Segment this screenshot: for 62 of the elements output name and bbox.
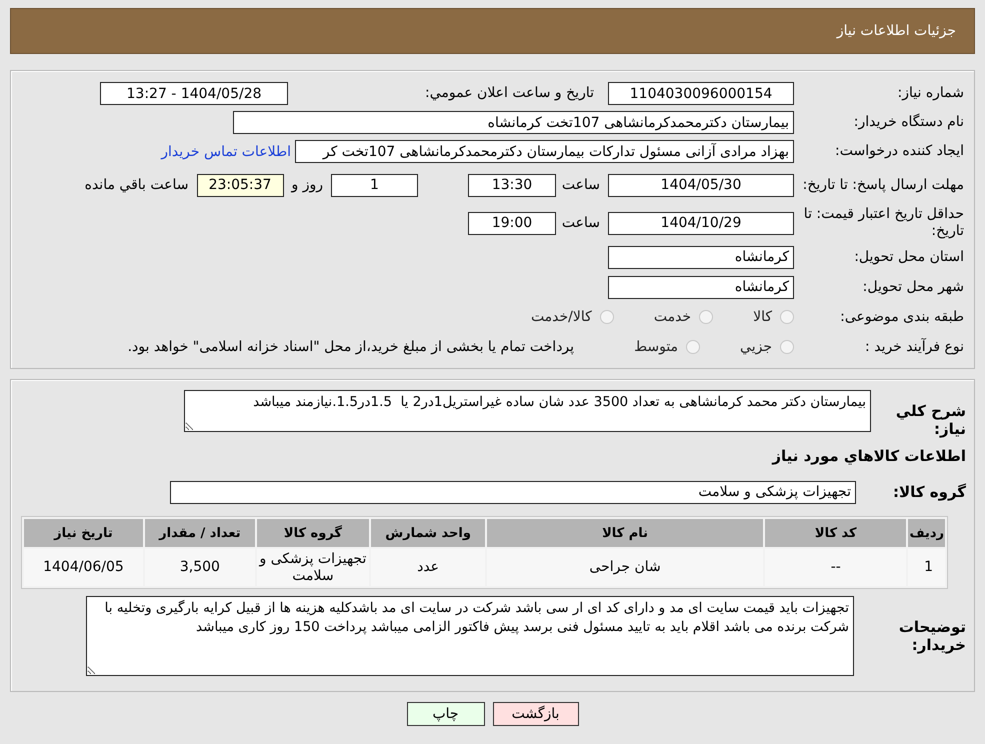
field-label: ایجاد کننده درخواست: bbox=[834, 143, 964, 160]
deadline-time-field[interactable]: 13:30 bbox=[468, 174, 556, 196]
column-header: کد کالا bbox=[765, 519, 906, 547]
radio-label: خدمت bbox=[654, 309, 692, 325]
print-button[interactable]: چاپ bbox=[406, 702, 484, 726]
remaining-time-field: 23:05:37 bbox=[196, 174, 284, 196]
deadline-date-field[interactable]: 1404/05/30 bbox=[608, 174, 794, 196]
goods-group-label: گروه کالا: bbox=[892, 483, 966, 501]
table-cell: تجهیزات پزشکی و سلامت bbox=[256, 549, 369, 586]
goods-group-field[interactable]: تجهیزات پزشکی و سلامت bbox=[170, 480, 856, 504]
description-field[interactable]: بیمارستان دکتر محمد کرمانشاهی به تعداد 3500 عدد شان ساده غیراستریل1در2 یا 1.5در1.5.نیازمند میباشد bbox=[184, 390, 871, 432]
validity-date-field[interactable]: 1404/10/29 bbox=[608, 212, 794, 234]
field-label: شماره نیاز: bbox=[896, 85, 964, 102]
field-label: طبقه بندی موضوعی: bbox=[839, 308, 964, 326]
field-label: نوع فرآیند خرید : bbox=[864, 338, 964, 356]
buyer-contact-link[interactable]: اطلاعات تماس خریدار bbox=[161, 144, 295, 160]
process-note: پرداخت تمام یا بخشی از مبلغ خرید،از محل "اسناد خزانه اسلامی" خواهد بود. bbox=[126, 339, 576, 355]
field-label: تاریخ و ساعت اعلان عمومي: bbox=[424, 85, 595, 102]
column-header: واحد شمارش bbox=[370, 519, 486, 547]
table-cell: شان جراحی bbox=[487, 549, 764, 586]
back-button[interactable]: بازگشت bbox=[492, 702, 578, 726]
field-label: شهر محل تحویل: bbox=[862, 278, 964, 296]
section-title: اطلاعات كالاهاي مورد نياز bbox=[772, 447, 966, 465]
buyer-org-field[interactable]: بیمارستان دکترمحمدکرمانشاهی 107تخت کرمانشاه bbox=[233, 111, 794, 134]
radio-label: متوسط bbox=[634, 339, 678, 355]
radio-label: کالا bbox=[753, 309, 772, 325]
field-label: استان محل تحویل: bbox=[853, 248, 964, 266]
radio-button[interactable] bbox=[686, 340, 700, 354]
need-number-field[interactable]: 1104030096000154 bbox=[608, 82, 794, 105]
column-header: تاریخ نیاز bbox=[24, 519, 143, 547]
column-header: گروه کالا bbox=[256, 519, 369, 547]
page-title: جزئیات اطلاعات نیاز bbox=[836, 23, 956, 39]
table-cell: 1 bbox=[908, 549, 945, 586]
province-field[interactable]: کرمانشاه bbox=[608, 246, 794, 268]
announce-date-field[interactable]: 1404/05/28 - 13:27 bbox=[100, 82, 288, 105]
field-label: نام دستگاه خریدار: bbox=[852, 114, 964, 131]
radio-button[interactable] bbox=[780, 310, 794, 324]
table-cell: عدد bbox=[370, 549, 486, 586]
city-field[interactable]: کرمانشاه bbox=[608, 276, 794, 298]
buyer-notes-field[interactable]: تجهیزات باید قیمت سایت ای مد و دارای کد ای ار سی باشد شرکت در سایت ای مد باشدکلیه هزینه ها از قبیل کرایه بارگیری وتخلیه با شرکت برنده می باشد اقلام باید به تایید مسئول فنی برسد پیش فاکتور الزامی میباشد پرداخت 150 روز کاری میباشد bbox=[86, 596, 854, 676]
remaining-label: ساعت باقي مانده bbox=[84, 177, 190, 193]
field-label: حداقل تاریخ اعتبار قیمت: تا تاریخ: bbox=[802, 206, 964, 240]
buyer-notes-label: توضیحات خریدار: bbox=[898, 618, 966, 654]
column-header: ردیف bbox=[908, 519, 945, 547]
requester-field[interactable]: بهزاد مرادی آزانی مسئول تدارکات بیمارستان دکترمحمدکرمانشاهی 107تخت کر bbox=[295, 140, 794, 163]
table-cell: 3,500 bbox=[144, 549, 255, 586]
days-field[interactable]: 1 bbox=[331, 174, 418, 196]
time-label: ساعت bbox=[560, 215, 601, 231]
days-label: روز و bbox=[290, 177, 324, 193]
radio-label: جزیي bbox=[740, 339, 772, 355]
radio-button[interactable] bbox=[699, 310, 714, 324]
radio-label: کالا/خدمت bbox=[530, 309, 592, 325]
column-header: تعداد / مقدار bbox=[144, 519, 255, 547]
table-cell: -- bbox=[765, 549, 906, 586]
field-label: مهلت ارسال پاسخ: تا تاریخ: bbox=[802, 176, 964, 194]
table-cell: 1404/06/05 bbox=[24, 549, 143, 586]
description-label: شرح كلي نياز: bbox=[894, 402, 966, 438]
radio-button[interactable] bbox=[780, 340, 794, 354]
radio-button[interactable] bbox=[600, 310, 614, 324]
validity-time-field[interactable]: 19:00 bbox=[468, 212, 556, 234]
column-header: نام کالا bbox=[487, 519, 764, 547]
time-label: ساعت bbox=[560, 177, 601, 193]
